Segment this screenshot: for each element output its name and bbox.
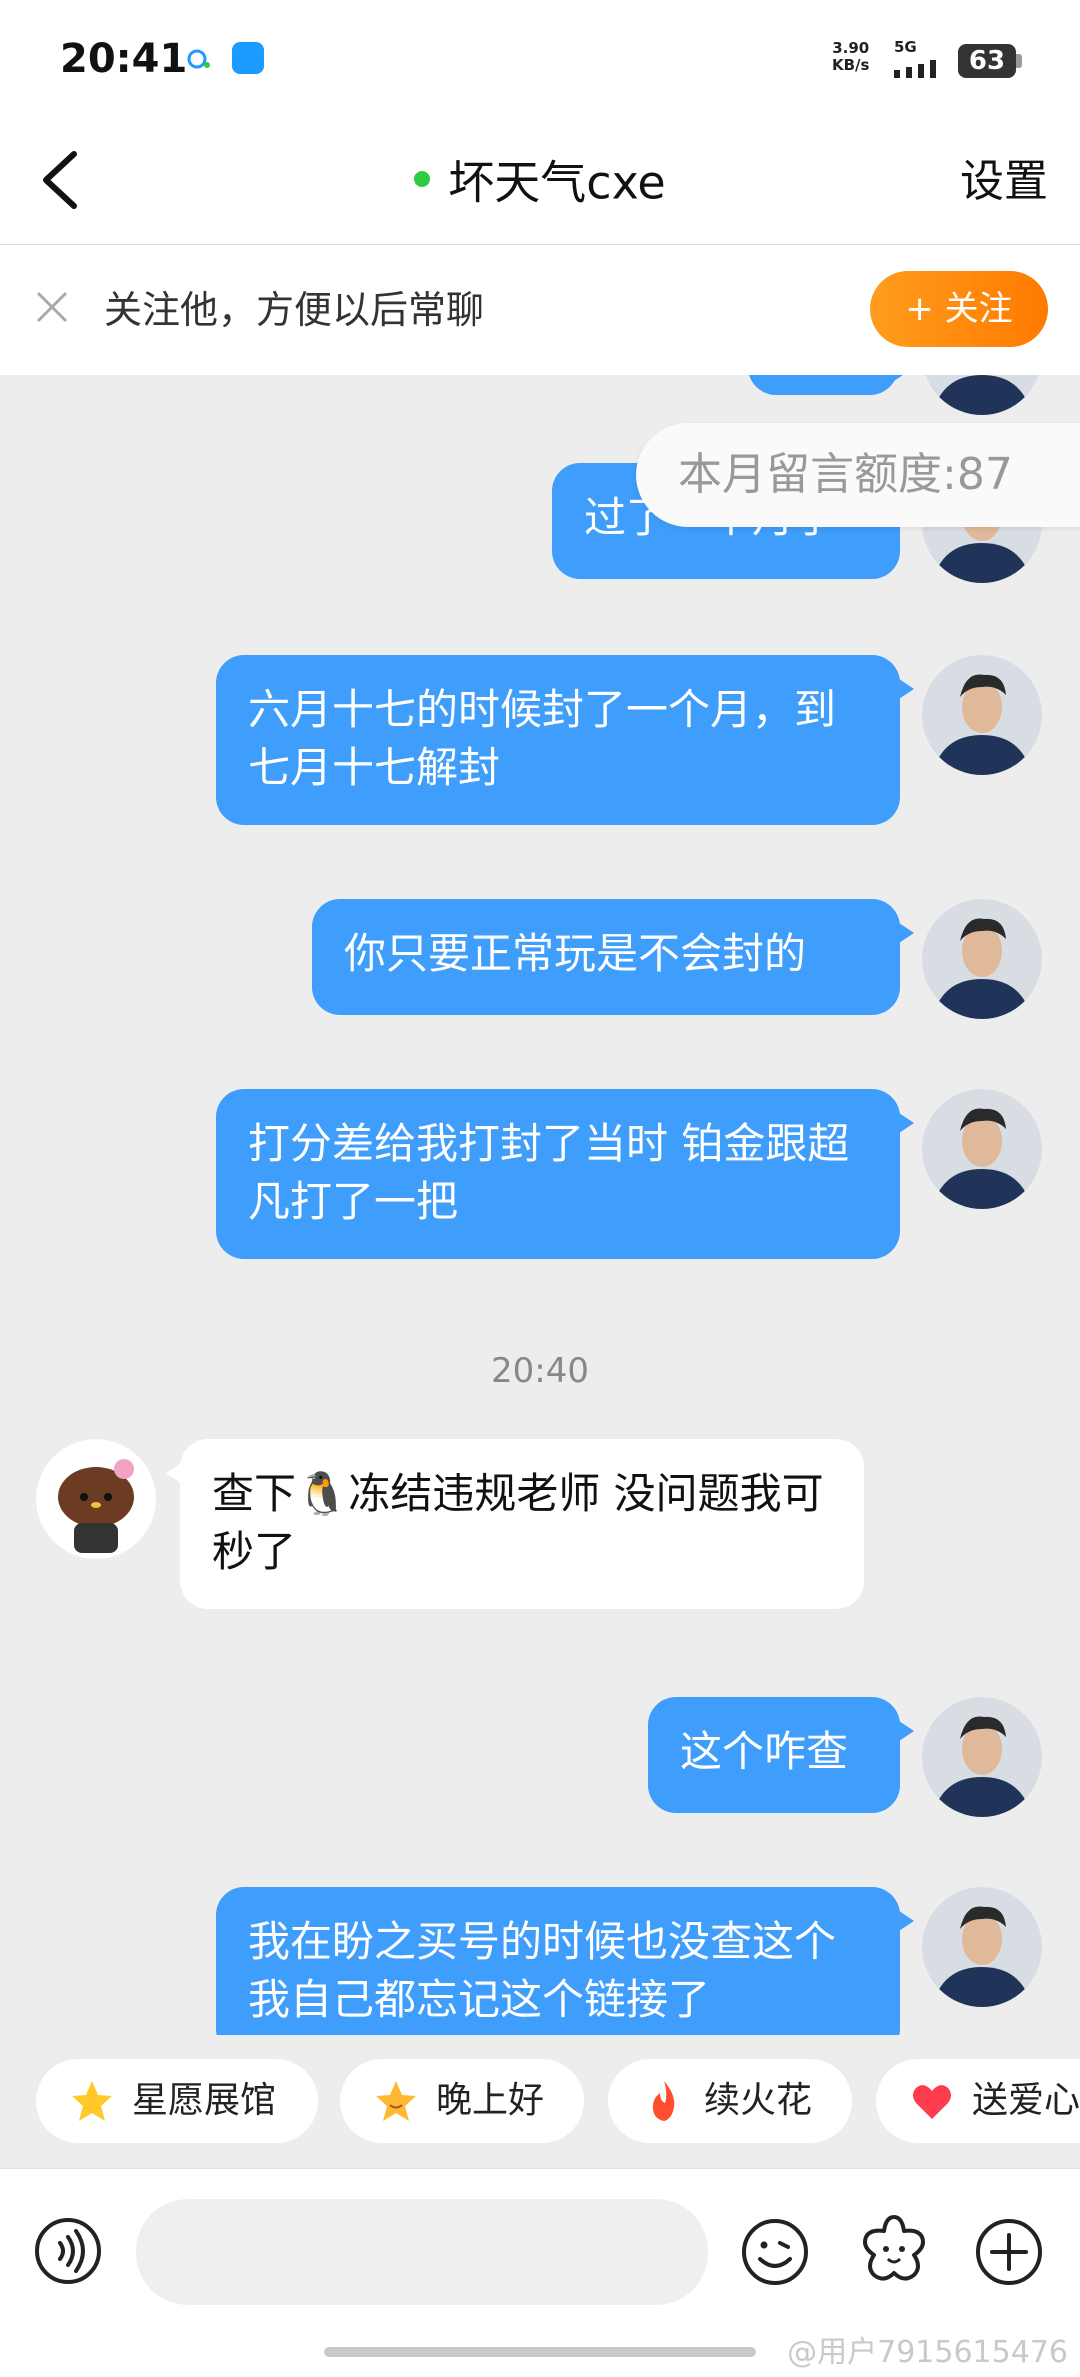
message-quota-tip: 本月留言额度:87	[636, 423, 1080, 527]
app-notification-icon	[232, 42, 264, 74]
message-list[interactable]: 过了一个月了 本月留言额度:87 六月十七的时候封了一个月，到七月十七解封 你只…	[0, 375, 1080, 2035]
my-avatar-image	[922, 1697, 1042, 1817]
net-speed: 3.90 KB/s	[832, 40, 869, 74]
message-bubble[interactable]: 打分差给我打封了当时 铂金跟超凡打了一把	[216, 1089, 914, 1259]
my-avatar[interactable]	[922, 1697, 1042, 1817]
my-avatar[interactable]	[922, 1089, 1042, 1209]
online-status-dot	[414, 170, 431, 187]
sticker-icon[interactable]	[856, 2213, 932, 2289]
contact-avatar[interactable]	[36, 1439, 156, 1559]
chat-title[interactable]: 坏天气cxe	[448, 156, 665, 210]
message-text: 查下	[212, 1469, 297, 1518]
quick-reply-label: 星愿展馆	[132, 2080, 277, 2121]
home-indicator[interactable]	[324, 2347, 756, 2357]
quick-reply-label: 送爱心	[972, 2080, 1080, 2121]
message-text: 你只要正常玩是不会封的	[344, 929, 807, 978]
title-wrap: 坏天气cxe	[0, 120, 1080, 244]
my-avatar-image	[922, 1887, 1042, 2007]
quick-reply-chip[interactable]: 晚上好	[340, 2059, 584, 2143]
quick-reply-chip[interactable]: 星愿展馆	[36, 2059, 318, 2143]
my-avatar-image	[925, 375, 1039, 415]
close-icon[interactable]	[34, 289, 70, 325]
message-input[interactable]	[136, 2199, 708, 2305]
my-avatar[interactable]	[922, 1887, 1042, 2007]
smile-star-icon	[376, 2081, 416, 2121]
message-bubble[interactable]: 你只要正常玩是不会封的	[312, 899, 914, 1015]
message-text: 我在盼之买号的时候也没查这个 我自己都忘记这个链接了	[248, 1917, 837, 2024]
quick-reply-chip[interactable]: 续火花	[608, 2059, 852, 2143]
emoji-icon[interactable]	[740, 2217, 810, 2287]
message-bubble[interactable]: 六月十七的时候封了一个月，到七月十七解封	[216, 655, 914, 825]
quick-reply-label: 续火花	[704, 2080, 813, 2121]
status-bar: 20:41 3.90 KB/s 5G 63	[0, 0, 1080, 120]
battery-icon: 63	[958, 44, 1016, 78]
my-avatar[interactable]	[922, 655, 1042, 775]
plus-icon[interactable]	[974, 2217, 1044, 2287]
penguin-emoji: 🐧	[296, 1469, 349, 1518]
message-bubble-partial[interactable]	[748, 375, 912, 395]
message-text: 打分差给我打封了当时 铂金跟超凡打了一把	[248, 1119, 850, 1226]
heart-icon	[913, 2085, 951, 2119]
signal-icon	[894, 60, 936, 78]
net-speed-unit: KB/s	[832, 56, 870, 74]
my-avatar[interactable]	[922, 899, 1042, 1019]
message-text: 这个咋查	[680, 1727, 849, 1776]
settings-button[interactable]: 设置	[960, 120, 1048, 244]
network-type: 5G	[894, 38, 917, 56]
status-time: 20:41	[60, 36, 188, 82]
message-timestamp: 20:40	[491, 1351, 589, 1391]
my-avatar-image	[922, 1089, 1042, 1209]
my-avatar-image	[922, 899, 1042, 1019]
message-bubble[interactable]: 这个咋查	[648, 1697, 914, 1813]
battery-tip	[1016, 54, 1022, 68]
fire-icon	[652, 2081, 675, 2121]
contact-avatar-image	[36, 1439, 156, 1559]
input-bar: @用户7915615476	[0, 2168, 1080, 2377]
net-speed-value: 3.90	[832, 39, 870, 57]
quick-reply-bar[interactable]: 星愿展馆 晚上好 续火花 送爱心	[0, 2035, 1080, 2165]
message-bubble[interactable]: 我在盼之买号的时候也没查这个 我自己都忘记这个链接了	[216, 1887, 914, 2035]
watermark: @用户7915615476	[787, 2335, 1068, 2370]
message-bubble-received[interactable]: 查下🐧冻结违规老师 没问题我可秒了	[166, 1439, 864, 1609]
follow-banner: 关注他，方便以后常聊 + 关注	[0, 245, 1080, 375]
quick-reply-label: 晚上好	[436, 2080, 545, 2121]
star-icon	[72, 2081, 112, 2121]
chat-header: 坏天气cxe 设置	[0, 120, 1080, 245]
voice-icon[interactable]	[34, 2217, 102, 2285]
my-avatar[interactable]	[922, 375, 1042, 415]
follow-prompt: 关注他，方便以后常聊	[104, 288, 485, 332]
follow-button[interactable]: + 关注	[870, 271, 1048, 347]
message-text: 六月十七的时候封了一个月，到七月十七解封	[248, 685, 837, 792]
notification-icon	[187, 49, 210, 69]
quick-reply-chip[interactable]: 送爱心	[876, 2059, 1080, 2143]
my-avatar-image	[922, 655, 1042, 775]
